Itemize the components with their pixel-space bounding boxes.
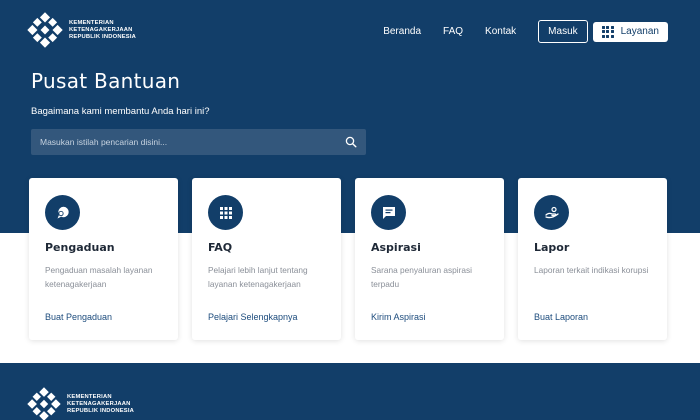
card-description: Pengaduan masalah layanan ketenagakerjaa…: [45, 265, 153, 289]
nav-faq[interactable]: FAQ: [443, 26, 463, 37]
layanan-button[interactable]: Layanan: [592, 21, 668, 42]
nav-kontak[interactable]: Kontak: [485, 26, 516, 37]
card-title: Pengaduan: [45, 241, 115, 254]
brand-line-3: REPUBLIK INDONESIA: [69, 33, 137, 40]
brand-line-2: KETENAGAKERJAAN: [67, 400, 131, 407]
card-icon-wrapper: [208, 195, 243, 230]
page-title: Pusat Bantuan: [31, 69, 181, 93]
brand-logo[interactable]: KEMENTERIAN KETENAGAKERJAAN REPUBLIK IND…: [27, 12, 136, 48]
card-link[interactable]: Pelajari Selengkapnya: [208, 312, 298, 322]
brand-text: KEMENTERIAN KETENAGAKERJAAN REPUBLIK IND…: [69, 20, 136, 41]
nav-beranda[interactable]: Beranda: [383, 26, 421, 37]
card-aspirasi[interactable]: Aspirasi Sarana penyaluran aspirasi terp…: [355, 178, 504, 340]
search-icon[interactable]: [345, 136, 357, 148]
login-button[interactable]: Masuk: [538, 20, 588, 43]
footer-brand-logo[interactable]: KEMENTERIAN KETENAGAKERJAAN REPUBLIK IND…: [27, 387, 134, 420]
layanan-label: Layanan: [620, 26, 659, 37]
report-hand-icon: [544, 206, 559, 218]
card-title: FAQ: [208, 241, 233, 254]
card-icon-wrapper: [45, 195, 80, 230]
footer: KEMENTERIAN KETENAGAKERJAAN REPUBLIK IND…: [0, 363, 700, 420]
page-subtitle: Bagaimana kami membantu Anda hari ini?: [31, 106, 210, 117]
header: KEMENTERIAN KETENAGAKERJAAN REPUBLIK IND…: [0, 0, 700, 62]
card-icon-wrapper: [534, 195, 569, 230]
search-bar: [31, 129, 366, 155]
brand-line-2: KETENAGAKERJAAN: [69, 26, 133, 33]
card-icon-wrapper: [371, 195, 406, 230]
card-pengaduan[interactable]: Pengaduan Pengaduan masalah layanan kete…: [29, 178, 178, 340]
card-description: Pelajari lebih lanjut tentang layanan ke…: [208, 265, 308, 289]
chat-bubble-icon: [57, 206, 69, 218]
card-description: Laporan terkait indikasi korupsi: [534, 265, 649, 275]
apps-grid-icon: [601, 25, 614, 38]
card-link[interactable]: Buat Pengaduan: [45, 312, 112, 322]
help-cards: Pengaduan Pengaduan masalah layanan kete…: [29, 178, 667, 340]
card-description: Sarana penyaluran aspirasi terpadu: [371, 265, 473, 289]
card-title: Lapor: [534, 241, 570, 254]
kemnaker-logo-icon: [27, 387, 61, 420]
card-lapor[interactable]: Lapor Laporan terkait indikasi korupsi B…: [518, 178, 667, 340]
grid-icon: [219, 206, 232, 219]
search-input[interactable]: [40, 137, 345, 147]
card-faq[interactable]: FAQ Pelajari lebih lanjut tentang layana…: [192, 178, 341, 340]
top-nav: Beranda FAQ Kontak Masuk Layanan: [383, 20, 668, 43]
brand-line-3: REPUBLIK INDONESIA: [67, 407, 135, 414]
card-link[interactable]: Buat Laporan: [534, 312, 588, 322]
card-title: Aspirasi: [371, 241, 421, 254]
footer-brand-text: KEMENTERIAN KETENAGAKERJAAN REPUBLIK IND…: [67, 394, 134, 415]
brand-line-1: KEMENTERIAN: [67, 393, 112, 400]
card-link[interactable]: Kirim Aspirasi: [371, 312, 426, 322]
message-icon: [382, 206, 395, 219]
brand-line-1: KEMENTERIAN: [69, 19, 114, 26]
kemnaker-logo-icon: [27, 12, 63, 48]
